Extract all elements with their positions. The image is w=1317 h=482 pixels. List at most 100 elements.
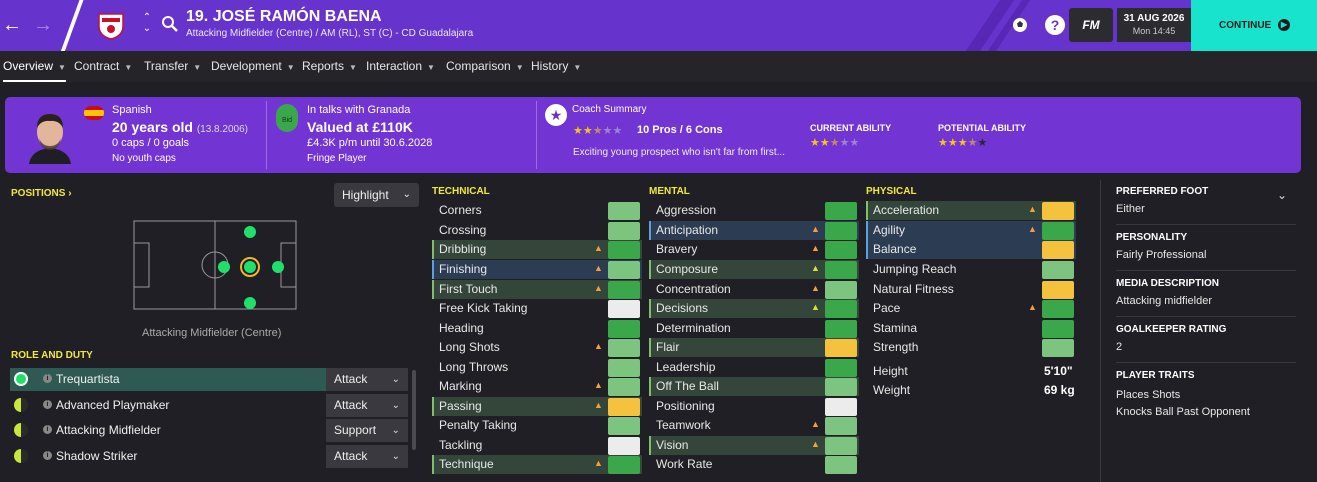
tab-contract[interactable]: Contract ▼ [74,51,132,82]
tab-label: History [531,59,569,73]
attribute-row-long-shots[interactable]: Long Shots ▲ [432,338,642,357]
potential-ability-stars: ★★★★★ [938,137,988,149]
attribute-row-composure[interactable]: Composure ▲ [649,260,859,279]
attribute-row-long-throws[interactable]: Long Throws [432,358,642,377]
chevron-down-icon: ▼ [573,63,582,72]
attribute-name: Decisions [656,301,709,315]
attribute-row-aggression[interactable]: Aggression [649,201,859,220]
attribute-row-concentration[interactable]: Concentration ▲ [649,280,859,299]
player-avatar[interactable] [25,110,75,164]
role-row[interactable]: i Attacking Midfielder Support ⌄ [10,419,408,442]
date-display[interactable]: 31 AUG 2026 Mon 14:45 [1117,8,1191,42]
attribute-row-technique[interactable]: Technique ▲ [432,455,642,474]
continue-button[interactable]: CONTINUE ▶ [1191,0,1317,51]
attribute-row-flair[interactable]: Flair [649,338,859,357]
tab-bar: Overview ▼ Contract ▼ Transfer ▼ Developmen… [0,51,1317,82]
attribute-row-free-kick[interactable]: Free Kick Taking [432,299,642,318]
attribute-row-penalty[interactable]: Penalty Taking [432,416,642,435]
attribute-value [608,202,640,220]
attribute-row-heading[interactable]: Heading [432,319,642,338]
info-icon[interactable]: i [43,400,52,409]
attribute-name: Work Rate [656,457,713,471]
arrow-up-icon: ▲ [594,283,603,293]
media-description-value: Attacking midfielder [1116,295,1212,307]
role-row[interactable]: i Trequartista Attack ⌄ [10,368,408,391]
search-icon[interactable] [161,15,179,33]
preferred-foot-value: Either [1116,203,1145,215]
tab-transfer[interactable]: Transfer ▼ [144,51,201,82]
role-name: Attacking Midfielder [56,423,161,437]
club-crest-icon[interactable] [97,10,125,40]
duty-dropdown[interactable]: Attack ⌄ [326,445,408,468]
tab-comparison[interactable]: Comparison ▼ [446,51,524,82]
chevron-down-icon: ▼ [58,63,66,72]
player-switch-arrows-icon[interactable]: ⌃ ⌄ [141,12,153,38]
attribute-row-natural-fitness[interactable]: Natural Fitness [866,280,1076,299]
mental-title: MENTAL [649,186,690,197]
attribute-row-crossing[interactable]: Crossing [432,221,642,240]
fm-menu-button[interactable]: FM [1069,8,1113,42]
football-icon[interactable] [1011,16,1029,34]
roles-scrollbar[interactable] [412,370,416,450]
attribute-row-vision[interactable]: Vision ▲ [649,436,859,455]
attribute-row-leadership[interactable]: Leadership [649,358,859,377]
tab-development[interactable]: Development ▼ [211,51,295,82]
tab-overview[interactable]: Overview ▼ [3,51,66,82]
physical-title: PHYSICAL [866,186,917,197]
attribute-name: Concentration [656,282,731,296]
attribute-name: Anticipation [656,223,719,237]
attribute-value [1042,300,1074,318]
attribute-row-agility[interactable]: Agility ▲ [866,221,1076,240]
role-row[interactable]: i Shadow Striker Attack ⌄ [10,445,408,468]
attribute-row-off-the-ball[interactable]: Off The Ball [649,377,859,396]
attribute-row-balance[interactable]: Balance [866,240,1076,259]
attribute-row-passing[interactable]: Passing ▲ [432,397,642,416]
attribute-row-marking[interactable]: Marking ▲ [432,377,642,396]
forward-arrow-icon[interactable]: → [33,14,53,36]
attribute-value [608,300,640,318]
attribute-row-tackling[interactable]: Tackling [432,436,642,455]
attribute-row-acceleration[interactable]: Acceleration ▲ [866,201,1076,220]
attribute-row-dribbling[interactable]: Dribbling ▲ [432,240,642,259]
chevron-down-icon[interactable]: ⌄ [1277,188,1287,202]
role-suitability-icon [14,449,28,463]
tab-history[interactable]: History ▼ [531,51,581,82]
back-arrow-icon[interactable]: ← [2,14,22,36]
info-icon[interactable]: i [43,425,52,434]
attribute-row-finishing[interactable]: Finishing ▲ [432,260,642,279]
attribute-name: Technique [439,457,494,471]
attribute-row-first-touch[interactable]: First Touch ▲ [432,280,642,299]
attribute-value [825,261,857,279]
role-duty-title: ROLE AND DUTY [11,350,93,361]
duty-dropdown[interactable]: Attack ⌄ [326,368,408,391]
arrow-up-right-icon: ▲ [811,302,820,312]
help-icon[interactable]: ? [1045,15,1065,35]
coach-summary-label: Coach Summary [572,104,647,115]
attribute-row-jumping-reach[interactable]: Jumping Reach [866,260,1076,279]
attribute-row-determination[interactable]: Determination [649,319,859,338]
position-marker-amc [218,261,230,273]
tab-reports[interactable]: Reports ▼ [302,51,357,82]
duty-dropdown[interactable]: Attack ⌄ [326,394,408,417]
info-icon[interactable]: i [43,374,52,383]
attribute-row-teamwork[interactable]: Teamwork ▲ [649,416,859,435]
attribute-row-stamina[interactable]: Stamina [866,319,1076,338]
transfer-talks[interactable]: In talks with Granada [307,104,410,116]
attribute-row-strength[interactable]: Strength [866,338,1076,357]
highlight-dropdown[interactable]: Highlight ⌄ [334,183,419,207]
attribute-row-decisions[interactable]: Decisions ▲ [649,299,859,318]
tab-interaction[interactable]: Interaction ▼ [366,51,435,82]
attribute-row-work-rate[interactable]: Work Rate [649,455,859,474]
attribute-row-anticipation[interactable]: Anticipation ▲ [649,221,859,240]
role-row[interactable]: i Advanced Playmaker Attack ⌄ [10,394,408,417]
attribute-row-positioning[interactable]: Positioning [649,397,859,416]
top-bar: ← → ⌃ ⌄ 19. JOSÉ RAMÓN BAENA Attacking Mi… [0,0,1317,51]
attribute-row-bravery[interactable]: Bravery ▲ [649,240,859,259]
info-icon[interactable]: i [43,451,52,460]
positions-title[interactable]: POSITIONS › [11,188,72,199]
attribute-row-corners[interactable]: Corners [432,201,642,220]
duty-dropdown[interactable]: Support ⌄ [326,419,408,442]
potential-ability-label: POTENTIAL ABILITY [938,123,1027,133]
attribute-row-pace[interactable]: Pace ▲ [866,299,1076,318]
pros-cons[interactable]: 10 Pros / 6 Cons [637,124,723,136]
